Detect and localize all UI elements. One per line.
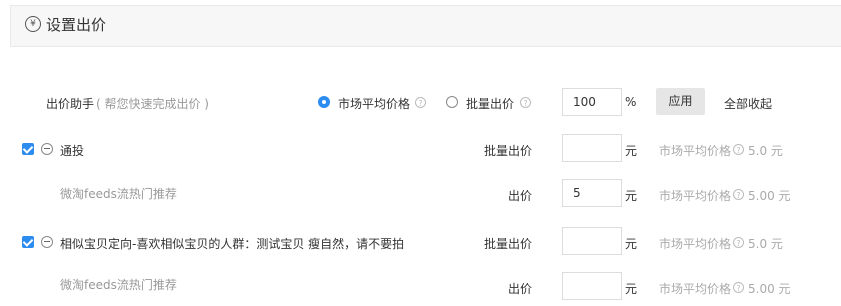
radio-market-price[interactable] <box>318 96 330 108</box>
collapse-all-link[interactable]: 全部收起 <box>724 95 772 112</box>
market-price-label: 市场平均价格 <box>659 237 732 251</box>
help-icon[interactable]: ? <box>733 282 744 293</box>
assistant-hint: ( 帮您快速完成出价 ) <box>96 97 209 111</box>
radio-batch-bid-label[interactable]: 批量出价 <box>466 95 514 112</box>
bid-input[interactable] <box>562 272 622 300</box>
help-icon[interactable]: ? <box>733 144 744 155</box>
collapse-minus-icon[interactable] <box>41 236 53 248</box>
bid-input[interactable]: 5 <box>562 179 622 207</box>
bid-label: 出价 <box>508 189 533 203</box>
market-price-value: 5.00 元 <box>748 282 791 296</box>
unit-yuan: 元 <box>625 237 638 251</box>
market-price-label: 市场平均价格 <box>659 282 732 296</box>
help-icon[interactable]: ? <box>733 237 744 248</box>
unit-yuan: 元 <box>625 144 638 158</box>
sub-item-name: 微淘feeds流热门推荐 <box>60 187 177 201</box>
group-name: 通投 <box>60 144 85 158</box>
section-header <box>10 5 841 47</box>
help-icon[interactable]: ? <box>733 189 744 200</box>
help-icon[interactable]: ? <box>415 97 426 108</box>
unit-yuan: 元 <box>625 189 638 203</box>
market-price-label: 市场平均价格 <box>659 189 732 203</box>
batch-bid-label: 批量出价 <box>484 237 533 251</box>
assistant-label: 出价助手 <box>46 97 95 111</box>
page-title: 设置出价 <box>46 16 107 34</box>
market-price-value: 5.0 元 <box>748 237 783 251</box>
group-checkbox[interactable] <box>22 236 34 248</box>
help-icon[interactable]: ? <box>520 97 531 108</box>
group-checkbox[interactable] <box>22 143 34 155</box>
bid-label: 出价 <box>508 282 533 296</box>
batch-bid-input[interactable] <box>562 227 622 255</box>
percent-unit: % <box>625 95 637 109</box>
batch-bid-input[interactable] <box>562 134 622 162</box>
radio-market-price-label[interactable]: 市场平均价格 <box>338 95 410 112</box>
market-price-label: 市场平均价格 <box>659 144 732 158</box>
group-name: 相似宝贝定向-喜欢相似宝贝的人群：测试宝贝 瘦自然，请不要拍 <box>60 237 405 251</box>
sub-item-name: 微淘feeds流热门推荐 <box>60 278 177 292</box>
batch-bid-label: 批量出价 <box>484 144 533 158</box>
percent-input[interactable]: 100 <box>562 88 622 116</box>
market-price-value: 5.00 元 <box>748 189 791 203</box>
radio-batch-bid[interactable] <box>446 96 458 108</box>
market-price-value: 5.0 元 <box>748 144 783 158</box>
unit-yuan: 元 <box>625 282 638 296</box>
collapse-minus-icon[interactable] <box>41 143 53 155</box>
yen-icon: ¥ <box>25 16 41 32</box>
apply-button[interactable]: 应用 <box>656 88 705 115</box>
